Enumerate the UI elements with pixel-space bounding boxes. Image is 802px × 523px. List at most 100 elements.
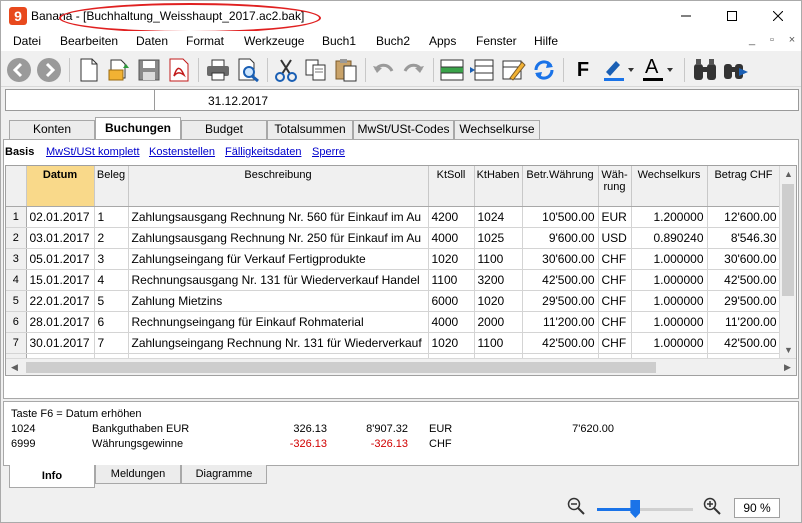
- cell-kthaben[interactable]: 1100: [474, 332, 523, 354]
- table-row[interactable]: 3 05.01.2017 3 Zahlungseingang für Verkauf …: [6, 248, 781, 270]
- cell-waehrung[interactable]: EUR: [598, 206, 632, 228]
- add-rows-button[interactable]: [438, 56, 466, 84]
- back-button[interactable]: [5, 56, 33, 84]
- menu-daten[interactable]: Daten: [136, 34, 168, 48]
- cell-ktsoll[interactable]: 6000: [428, 290, 475, 312]
- save-button[interactable]: [135, 56, 163, 84]
- cell-ktsoll[interactable]: 4200: [428, 206, 475, 228]
- undo-button[interactable]: [370, 56, 398, 84]
- view-basis[interactable]: Basis: [5, 146, 34, 158]
- search-next-button[interactable]: [722, 56, 750, 84]
- cut-button[interactable]: [272, 56, 300, 84]
- search-button[interactable]: [691, 56, 719, 84]
- header-betrag-chf[interactable]: Betrag CHF: [707, 166, 781, 207]
- cell-betrag-chf[interactable]: 8'546.30: [707, 227, 781, 249]
- row-number[interactable]: 5: [6, 290, 27, 312]
- horizontal-scroll-thumb[interactable]: [26, 362, 656, 373]
- tab-buchungen[interactable]: Buchungen: [95, 117, 181, 139]
- cell-beleg[interactable]: 4: [94, 269, 129, 291]
- cell-beschreibung[interactable]: Zahlungseingang für Verkauf Fertigproduk…: [128, 248, 429, 270]
- table-row[interactable]: 5 22.01.2017 5 Zahlung Mietzins 6000 1020 29'5…: [6, 290, 781, 312]
- vertical-scroll-thumb[interactable]: [782, 184, 794, 296]
- mdi-close-button[interactable]: ×: [785, 34, 799, 48]
- mdi-minimize-button[interactable]: _: [745, 34, 759, 48]
- cell-datum[interactable]: 03.01.2017: [26, 227, 95, 249]
- maximize-button[interactable]: [709, 1, 755, 31]
- cell-beleg[interactable]: 5: [94, 290, 129, 312]
- cell-wechselkurs[interactable]: 1.000000: [631, 332, 708, 354]
- menu-werkzeuge[interactable]: Werkzeuge: [244, 34, 304, 48]
- menu-datei[interactable]: Datei: [13, 34, 41, 48]
- cell-betrag-waehrung[interactable]: 29'500.00: [522, 290, 599, 312]
- horizontal-scrollbar[interactable]: ◀ ▶: [6, 358, 796, 375]
- cell-kthaben[interactable]: 1100: [474, 248, 523, 270]
- view-mwst-komplett[interactable]: MwSt/USt komplett: [46, 146, 140, 158]
- cell-beschreibung[interactable]: Zahlungseingang Rechnung Nr. 131 für Wie…: [128, 332, 429, 354]
- row-number[interactable]: 3: [6, 248, 27, 270]
- forward-button[interactable]: [35, 56, 63, 84]
- cell-waehrung[interactable]: CHF: [598, 248, 632, 270]
- view-sperre[interactable]: Sperre: [312, 146, 345, 158]
- new-file-button[interactable]: [75, 56, 103, 84]
- cell-waehrung[interactable]: CHF: [598, 311, 632, 333]
- table-row[interactable]: 6 28.01.2017 6 Rechnungseingang für Einkauf…: [6, 311, 781, 333]
- cell-waehrung[interactable]: CHF: [598, 269, 632, 291]
- menu-fenster[interactable]: Fenster: [476, 34, 517, 48]
- recheck-button[interactable]: [530, 56, 558, 84]
- zoom-level-input[interactable]: 90 %: [734, 498, 780, 518]
- tab-diagramme[interactable]: Diagramme: [181, 465, 267, 484]
- cell-wechselkurs[interactable]: 1.200000: [631, 206, 708, 228]
- table-row[interactable]: 7 30.01.2017 7 Zahlungseingang Rechnung Nr.…: [6, 332, 781, 354]
- menu-buch1[interactable]: Buch1: [322, 34, 356, 48]
- cell-beleg[interactable]: 6: [94, 311, 129, 333]
- cell-beschreibung[interactable]: Zahlung Mietzins: [128, 290, 429, 312]
- cell-kthaben[interactable]: 3200: [474, 269, 523, 291]
- cell-datum[interactable]: 05.01.2017: [26, 248, 95, 270]
- bold-button[interactable]: F: [569, 56, 597, 84]
- cell-reference-field[interactable]: [6, 90, 155, 110]
- cell-datum[interactable]: 28.01.2017: [26, 311, 95, 333]
- tab-info[interactable]: Info: [9, 465, 95, 488]
- copy-button[interactable]: [302, 56, 330, 84]
- cell-wechselkurs[interactable]: 0.890240: [631, 227, 708, 249]
- cell-kthaben[interactable]: 1025: [474, 227, 523, 249]
- print-button[interactable]: [204, 56, 232, 84]
- tab-mwst-codes[interactable]: MwSt/USt-Codes: [353, 120, 454, 139]
- cell-wechselkurs[interactable]: 1.000000: [631, 311, 708, 333]
- close-button[interactable]: [755, 1, 801, 31]
- zoom-slider-thumb[interactable]: [630, 500, 641, 518]
- cell-beleg[interactable]: 3: [94, 248, 129, 270]
- menu-apps[interactable]: Apps: [429, 34, 456, 48]
- cell-value-input[interactable]: 31.12.2017: [208, 94, 268, 108]
- edit-record-button[interactable]: [500, 56, 528, 84]
- cell-beschreibung[interactable]: Zahlungsausgang Rechnung Nr. 250 für Ein…: [128, 227, 429, 249]
- tab-totalsummen[interactable]: Totalsummen: [267, 120, 353, 139]
- cell-betrag-chf[interactable]: 29'500.00: [707, 290, 781, 312]
- cell-beleg[interactable]: 1: [94, 206, 129, 228]
- header-datum[interactable]: Datum: [26, 166, 95, 207]
- table-row[interactable]: 1 02.01.2017 1 Zahlungsausgang Rechnung Nr.…: [6, 206, 781, 228]
- cell-betrag-waehrung[interactable]: 9'600.00: [522, 227, 599, 249]
- cell-betrag-chf[interactable]: 12'600.00: [707, 206, 781, 228]
- paste-button[interactable]: [332, 56, 360, 84]
- mdi-restore-button[interactable]: ▫: [765, 34, 779, 48]
- menu-format[interactable]: Format: [186, 34, 224, 48]
- cell-betrag-chf[interactable]: 42'500.00: [707, 269, 781, 291]
- cell-wechselkurs[interactable]: 1.000000: [631, 248, 708, 270]
- tab-wechselkurse[interactable]: Wechselkurse: [454, 120, 540, 139]
- pdf-button[interactable]: [165, 56, 193, 84]
- cell-kthaben[interactable]: 2000: [474, 311, 523, 333]
- cell-betrag-waehrung[interactable]: 30'600.00: [522, 248, 599, 270]
- cell-betrag-chf[interactable]: 30'600.00: [707, 248, 781, 270]
- cell-betrag-waehrung[interactable]: 42'500.00: [522, 269, 599, 291]
- scroll-left-icon[interactable]: ◀: [6, 359, 23, 375]
- cell-datum[interactable]: 22.01.2017: [26, 290, 95, 312]
- table-row[interactable]: 2 03.01.2017 2 Zahlungsausgang Rechnung Nr.…: [6, 227, 781, 249]
- menu-hilfe[interactable]: Hilfe: [534, 34, 558, 48]
- vertical-scrollbar[interactable]: ▲ ▼: [779, 166, 796, 359]
- cell-ktsoll[interactable]: 4000: [428, 227, 475, 249]
- minimize-button[interactable]: [663, 1, 709, 31]
- header-wechselkurs[interactable]: Wechselkurs: [631, 166, 708, 207]
- cell-datum[interactable]: 02.01.2017: [26, 206, 95, 228]
- cell-betrag-waehrung[interactable]: 10'500.00: [522, 206, 599, 228]
